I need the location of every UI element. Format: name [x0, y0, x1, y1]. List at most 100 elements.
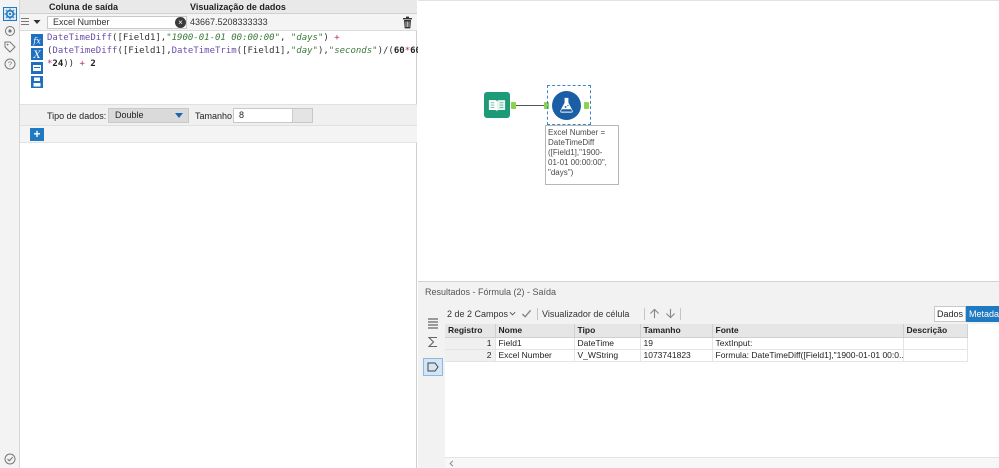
connection-icon[interactable] — [3, 24, 17, 38]
tool-annotation: Excel Number = DateTimeDiff ([Field1],"1… — [545, 125, 619, 185]
results-toolbar: 2 de 2 Campos Visualizador de célula — [422, 306, 999, 322]
formula-config-panel: Coluna de saída Visualização de dados Ex… — [20, 0, 421, 468]
expr-number: 60 — [393, 46, 405, 56]
field-size-cell[interactable]: 1073741823 — [640, 349, 713, 362]
field-source-cell[interactable]: TextInput: — [712, 337, 904, 350]
save-expression-icon[interactable] — [31, 76, 43, 88]
results-window: Resultados - Fórmula (2) - Saída 2 de 2 … — [418, 281, 999, 468]
column-header[interactable]: Tamanho — [640, 324, 713, 338]
expr-string: "day" — [290, 46, 318, 56]
svg-text:X: X — [32, 50, 41, 60]
expr-fn: DateTimeTrim — [171, 46, 237, 56]
metadata-table: Registro Nome Tipo Tamanho Fonte Descriç… — [445, 324, 968, 362]
size-label: Tamanho — [195, 111, 233, 121]
sigma-summary-icon[interactable] — [423, 333, 443, 351]
column-header[interactable]: Nome — [495, 324, 575, 338]
expr-paren: )) — [63, 59, 75, 69]
data-preview-value: 43667.5208333333 — [190, 17, 268, 27]
expr-operator: + — [328, 33, 340, 43]
chevron-down-icon[interactable] — [32, 17, 42, 27]
expr-args: ), — [317, 46, 329, 56]
expr-fn: DateTimeDiff — [47, 33, 113, 43]
formula-row[interactable]: Excel Number × 43667.5208333333 — [20, 14, 417, 31]
expr-string: "days" — [290, 33, 324, 43]
field-desc-cell[interactable] — [903, 337, 968, 350]
data-type-select[interactable]: Double — [108, 108, 189, 123]
results-side-bar — [422, 310, 443, 468]
expr-number: 2 — [90, 59, 96, 69]
expr-comma: , — [280, 33, 291, 43]
arrow-up-icon[interactable] — [649, 308, 660, 321]
horizontal-scrollbar[interactable] — [445, 457, 999, 468]
record-index: 2 — [445, 349, 496, 362]
arrow-down-icon[interactable] — [665, 308, 676, 321]
connection-wire[interactable] — [516, 105, 544, 106]
table-header-row: Registro Nome Tipo Tamanho Fonte Descriç… — [445, 324, 968, 338]
expr-args: ([Field1], — [112, 33, 167, 43]
expr-args: )/( — [377, 46, 394, 56]
formula-tool-icon[interactable] — [552, 91, 581, 120]
record-index: 1 — [445, 337, 496, 350]
data-type-label: Tipo de dados: — [47, 111, 107, 121]
field-desc-cell[interactable] — [903, 349, 968, 362]
field-size-cell[interactable]: 19 — [640, 337, 713, 350]
column-header[interactable]: Descrição — [903, 324, 968, 338]
help-icon[interactable]: ? — [3, 57, 17, 71]
results-title: Resultados - Fórmula (2) - Saída — [425, 287, 557, 297]
expr-string: "seconds" — [328, 46, 378, 56]
field-type-cell[interactable]: V_WString — [574, 349, 641, 362]
results-grid: Registro Nome Tipo Tamanho Fonte Descriç… — [445, 324, 999, 468]
toolbar-separator — [537, 308, 538, 320]
table-row[interactable]: 2 Excel Number V_WString 1073741823 Form… — [445, 349, 968, 362]
scroll-left-icon[interactable] — [448, 460, 455, 467]
workflow-canvas[interactable]: Excel Number = DateTimeDiff ([Field1],"1… — [418, 0, 999, 275]
drag-handle-icon[interactable] — [21, 18, 29, 27]
cell-viewer-dropdown[interactable]: Visualizador de célula — [542, 309, 629, 319]
data-preview-header: Visualização de dados — [190, 2, 286, 12]
chevron-down-icon[interactable] — [509, 309, 516, 319]
output-column-header: Coluna de saída — [49, 2, 119, 12]
expr-fn: DateTimeDiff — [52, 46, 118, 56]
dropdown-arrow-icon — [175, 113, 183, 118]
expression-editor[interactable]: DateTimeDiff([Field1],"1900-01-01 00:00:… — [47, 32, 421, 102]
field-name-cell[interactable]: Excel Number — [495, 349, 575, 362]
tag-icon[interactable] — [3, 40, 17, 54]
metadata-tab-button[interactable]: Metadados — [966, 306, 999, 322]
function-fx-icon[interactable]: fx — [31, 34, 43, 46]
settings-gear-icon[interactable] — [3, 7, 17, 21]
text-input-tool-icon[interactable] — [484, 92, 510, 118]
svg-text:?: ? — [8, 60, 12, 69]
column-header[interactable]: Fonte — [712, 324, 904, 338]
table-row[interactable]: 1 Field1 DateTime 19 TextInput: — [445, 337, 968, 350]
variable-x-icon[interactable]: X — [31, 48, 43, 61]
data-tab-button[interactable]: Dados — [934, 306, 966, 322]
expr-operator: + — [74, 59, 91, 69]
check-apply-icon[interactable] — [521, 308, 532, 321]
output-column-input[interactable]: Excel Number — [47, 16, 187, 29]
output-anchor[interactable] — [584, 102, 589, 109]
expr-args: ([Field1], — [236, 46, 291, 56]
expr-string: "1900-01-01 00:00:00" — [166, 33, 281, 43]
expr-args: ([Field1], — [117, 46, 172, 56]
saved-expressions-icon[interactable] — [31, 62, 43, 74]
toolbar-separator — [680, 308, 681, 320]
add-row-bar — [20, 126, 417, 143]
field-name-cell[interactable]: Field1 — [495, 337, 575, 350]
expr-number: 24 — [52, 59, 64, 69]
metadata-tag-icon[interactable] — [423, 358, 443, 376]
status-check-icon[interactable] — [4, 453, 16, 465]
svg-text:fx: fx — [32, 36, 41, 45]
column-header[interactable]: Registro — [445, 324, 496, 338]
clear-column-button[interactable]: × — [175, 17, 186, 28]
delete-trash-icon[interactable] — [402, 16, 413, 29]
fields-count-dropdown[interactable]: 2 de 2 Campos — [447, 309, 508, 319]
data-type-value: Double — [115, 110, 144, 120]
toolbar-separator — [644, 308, 645, 320]
size-spinner[interactable] — [292, 109, 312, 122]
field-source-cell[interactable]: Formula: DateTimeDiff([Field1],"1900-01-… — [712, 349, 904, 362]
add-formula-button[interactable]: + — [30, 128, 44, 141]
column-header[interactable]: Tipo — [574, 324, 641, 338]
data-type-row: Tipo de dados: Double Tamanho 8 — [20, 104, 417, 126]
field-type-cell[interactable]: DateTime — [574, 337, 641, 350]
table-view-icon[interactable] — [423, 314, 443, 332]
